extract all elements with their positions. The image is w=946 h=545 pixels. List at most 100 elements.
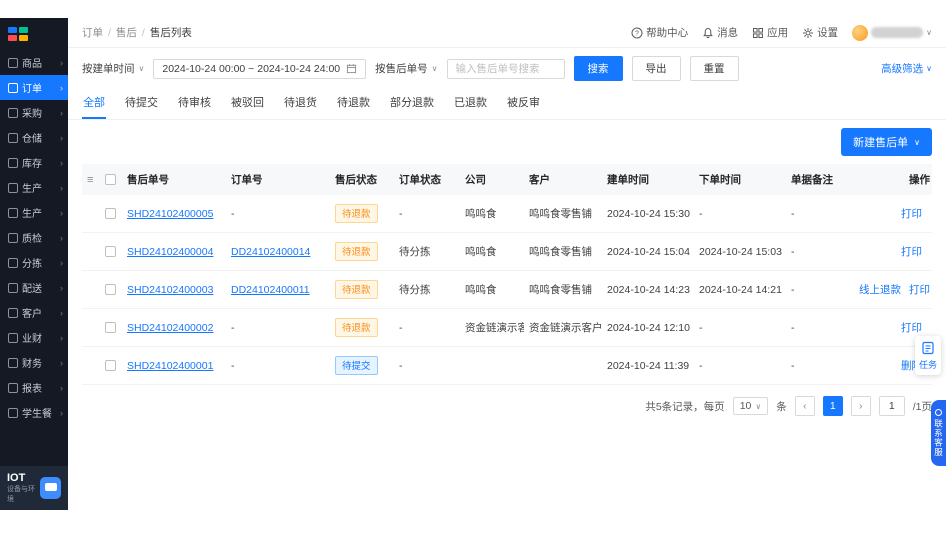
print-action[interactable]: 打印 [901, 246, 922, 258]
messages-label: 消息 [717, 27, 739, 39]
tab-all[interactable]: 全部 [82, 88, 106, 119]
after-sale-no-link[interactable]: SHD24102400002 [127, 322, 213, 334]
search-input[interactable] [446, 58, 565, 79]
online-refund-action[interactable]: 线上退款 [859, 284, 901, 296]
tab-rejected[interactable]: 被驳回 [230, 88, 265, 119]
sidebar-item-biz-finance[interactable]: 业财 [0, 325, 68, 350]
goods-icon [8, 57, 18, 68]
sidebar-item-label: 分拣 [22, 259, 42, 270]
page-size-select[interactable]: 10 [732, 397, 769, 415]
page-size-value: 10 [739, 400, 752, 412]
sidebar-item-delivery[interactable]: 配送 [0, 275, 68, 300]
new-after-sale-button[interactable]: 新建售后单 [841, 128, 932, 156]
sidebar-item-purchase[interactable]: 采购 [0, 100, 68, 125]
after-sale-no-link[interactable]: SHD24102400003 [127, 284, 213, 296]
after-sale-no-link[interactable]: SHD24102400001 [127, 360, 213, 372]
chevron-right-icon [60, 133, 63, 143]
user-menu[interactable] [852, 24, 932, 41]
chevron-right-icon [60, 258, 63, 268]
chevron-down-icon [914, 138, 920, 147]
sidebar-item-production-1[interactable]: 生产 [0, 175, 68, 200]
settings-button[interactable]: 设置 [802, 25, 838, 40]
page-1-button[interactable]: 1 [822, 396, 843, 416]
messages-button[interactable]: 消息 [702, 25, 738, 40]
search-button[interactable]: 搜索 [573, 56, 623, 81]
sidebar-item-reports[interactable]: 报表 [0, 375, 68, 400]
sidebar-item-quality[interactable]: 质检 [0, 225, 68, 250]
next-page-button[interactable] [850, 396, 871, 416]
sidebar-item-goods[interactable]: 商品 [0, 50, 68, 75]
sidebar-item-warehouse[interactable]: 仓储 [0, 125, 68, 150]
sidebar-item-orders[interactable]: 订单 [0, 75, 68, 100]
tab-review-reversed[interactable]: 被反审 [506, 88, 541, 119]
sidebar-item-label: 订单 [22, 84, 42, 95]
sidebar-item-label: 采购 [22, 109, 42, 120]
time-field-select[interactable]: 按建单时间 [82, 61, 144, 76]
sidebar-item-label: 业财 [22, 334, 42, 345]
export-button[interactable]: 导出 [631, 56, 681, 81]
tasks-label: 任务 [918, 360, 937, 370]
order-status-cell: 待分拣 [394, 270, 460, 309]
apps-button[interactable]: 应用 [752, 25, 788, 40]
column-settings-icon[interactable] [87, 174, 93, 186]
tab-pending-return[interactable]: 待退货 [283, 88, 318, 119]
breadcrumb-current: 售后列表 [149, 27, 192, 39]
status-badge: 待提交 [335, 356, 378, 375]
company-cell: 鸣鸣食 [460, 270, 524, 309]
tasks-icon [922, 341, 934, 355]
tab-pending-submit[interactable]: 待提交 [124, 88, 159, 119]
advanced-filter-label: 高级筛选 [881, 63, 924, 75]
after-sale-no-link[interactable]: SHD24102400005 [127, 208, 213, 220]
row-checkbox[interactable] [105, 246, 116, 258]
company-cell: 鸣鸣食 [460, 232, 524, 271]
iot-chat-icon[interactable] [40, 477, 61, 499]
tab-refunded[interactable]: 已退款 [453, 88, 488, 119]
print-action[interactable]: 打印 [901, 208, 922, 220]
breadcrumb-after-sale[interactable]: 售后 [116, 25, 137, 40]
tab-partial-refund[interactable]: 部分退款 [389, 88, 435, 119]
row-checkbox[interactable] [105, 208, 116, 220]
customer-cell: 鸣鸣食零售铺 [524, 270, 602, 309]
prev-page-button[interactable] [794, 396, 815, 416]
contact-support-tab[interactable]: 联系客服 [931, 400, 946, 466]
iot-panel[interactable]: IOT 设备与环境 [0, 466, 68, 510]
logo[interactable] [0, 18, 68, 50]
number-field-select[interactable]: 按售后单号 [375, 61, 437, 76]
row-checkbox[interactable] [105, 284, 116, 296]
help-center-button[interactable]: ? 帮助中心 [631, 25, 688, 40]
created-at-cell: 2024-10-24 15:30 [602, 195, 694, 233]
sidebar-item-customers[interactable]: 客户 [0, 300, 68, 325]
date-range-picker[interactable]: 2024-10-24 00:00 ~ 2024-10-24 24:00 [153, 58, 367, 79]
sidebar-item-label: 报表 [22, 384, 42, 395]
tab-pending-refund[interactable]: 待退款 [336, 88, 371, 119]
sidebar-item-student-meal[interactable]: 学生餐 [0, 400, 68, 425]
order-no-link[interactable]: DD24102400014 [231, 246, 310, 258]
chevron-right-icon [60, 383, 63, 393]
order-status-cell: - [394, 195, 460, 233]
row-checkbox[interactable] [105, 322, 116, 334]
page-jump-input[interactable] [878, 396, 905, 416]
customer-cell: 资金链演示客户 [524, 308, 602, 347]
row-checkbox[interactable] [105, 360, 116, 372]
help-center-label: 帮助中心 [646, 27, 689, 39]
status-badge: 待退款 [335, 318, 378, 337]
select-all-checkbox[interactable] [105, 174, 116, 186]
print-action[interactable]: 打印 [909, 284, 930, 296]
order-no-cell: - [226, 195, 330, 233]
breadcrumb-separator [142, 27, 145, 39]
print-action[interactable]: 打印 [901, 322, 922, 334]
tasks-float-button[interactable]: 任务 [915, 336, 941, 375]
sidebar-item-finance[interactable]: 财务 [0, 350, 68, 375]
sidebar-item-inventory[interactable]: 库存 [0, 150, 68, 175]
sidebar-item-sorting[interactable]: 分拣 [0, 250, 68, 275]
tab-pending-review[interactable]: 待审核 [177, 88, 212, 119]
production-icon [8, 182, 18, 193]
breadcrumb-orders[interactable]: 订单 [82, 25, 103, 40]
advanced-filter-toggle[interactable]: 高级筛选 [881, 61, 932, 76]
sidebar-item-production-2[interactable]: 生产 [0, 200, 68, 225]
order-no-link[interactable]: DD24102400011 [231, 284, 310, 296]
after-sale-no-link[interactable]: SHD24102400004 [127, 246, 213, 258]
reset-button[interactable]: 重置 [689, 56, 739, 81]
contact-support-label: 联系客服 [933, 419, 944, 457]
avatar [852, 24, 869, 41]
